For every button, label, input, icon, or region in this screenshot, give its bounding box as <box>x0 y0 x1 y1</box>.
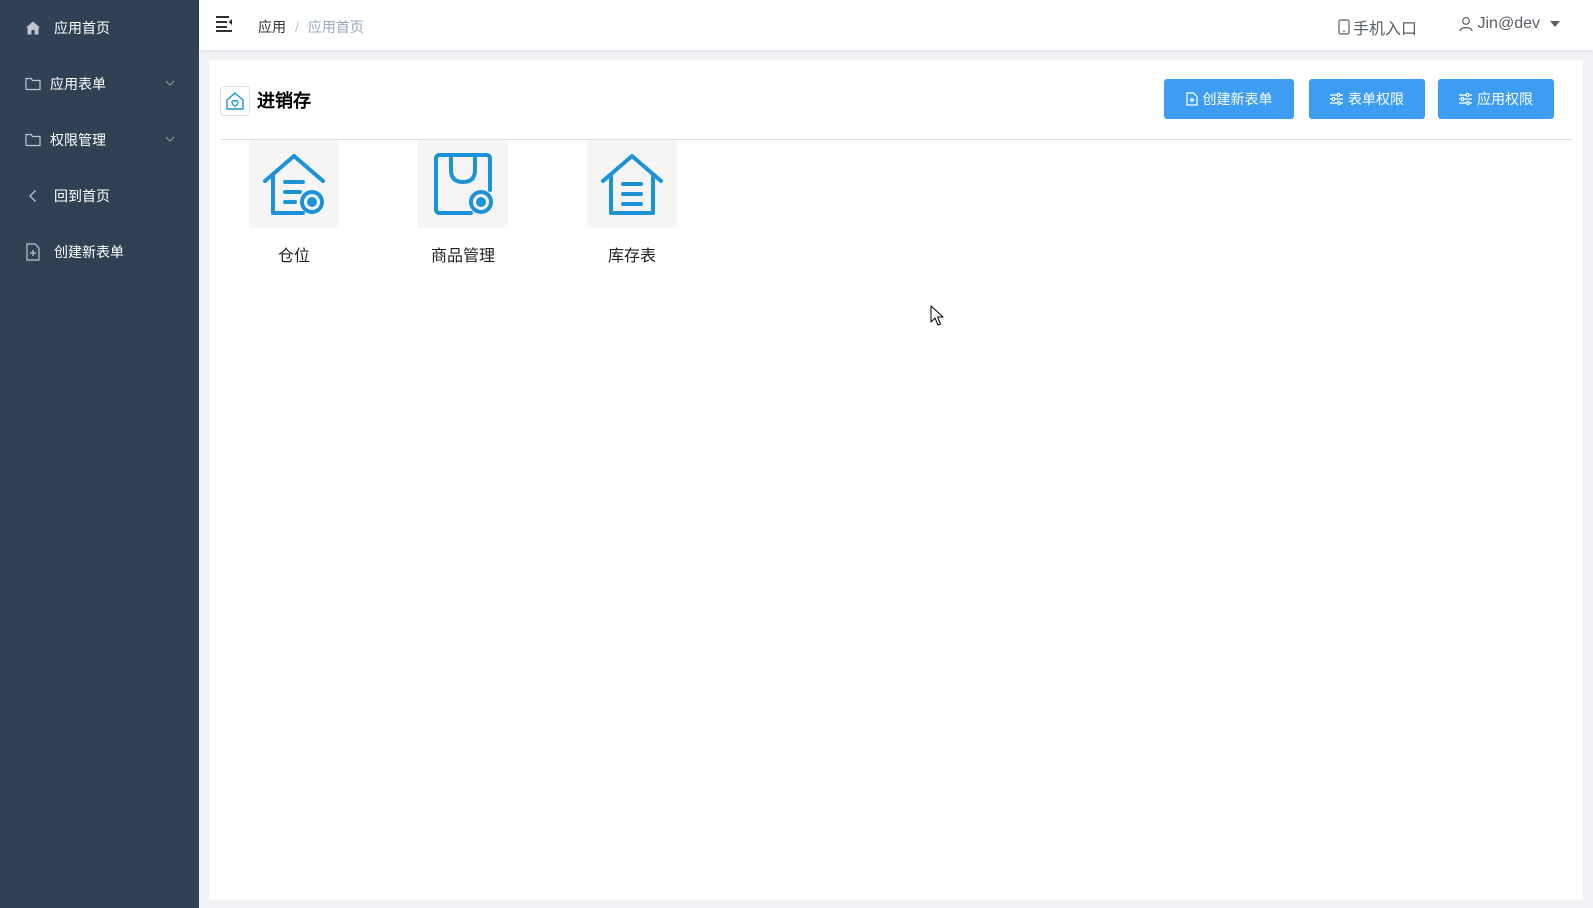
username: Jin@dev <box>1477 15 1541 32</box>
app-permission-button[interactable]: 应用权限 <box>1438 79 1554 119</box>
form-permission-button[interactable]: 表单权限 <box>1309 79 1425 119</box>
sidebar-item-app-forms[interactable]: 应用表单 <box>0 56 199 112</box>
home-icon <box>24 19 42 37</box>
mobile-entry-link[interactable]: 手机入口 <box>1337 15 1417 39</box>
house-doc-record-icon <box>249 140 339 228</box>
form-tile-label: 库存表 <box>607 248 656 265</box>
mobile-phone-icon <box>1338 19 1350 35</box>
chevron-down-icon <box>165 136 175 142</box>
chevron-left-icon <box>24 187 42 205</box>
app-header: 进销存 创建新表单 表单权限 应用权限 <box>220 79 1573 140</box>
sidebar-item-label: 应用表单 <box>50 76 106 92</box>
app-content-card: 进销存 创建新表单 表单权限 应用权限 仓位 商品管理 库存表 <box>209 60 1583 900</box>
bag-record-icon <box>418 140 508 228</box>
file-add-icon <box>24 243 42 261</box>
folder-icon <box>24 75 42 93</box>
caret-down-icon <box>1550 21 1560 27</box>
breadcrumb: 应用 / 应用首页 <box>258 17 364 37</box>
sidebar-item-permissions[interactable]: 权限管理 <box>0 112 199 168</box>
form-tile-label: 商品管理 <box>430 248 495 265</box>
app-permission-label: 应用权限 <box>1477 91 1533 107</box>
user-icon <box>1458 17 1473 32</box>
sliders-icon <box>1459 93 1472 105</box>
sliders-icon <box>1330 93 1343 105</box>
app-logo-icon <box>220 86 250 116</box>
app-title: 进销存 <box>257 91 311 111</box>
sidebar: 应用首页 应用表单 权限管理 回到首页 创建新表单 <box>0 0 199 908</box>
mouse-cursor-icon <box>930 305 944 326</box>
sidebar-item-label: 应用首页 <box>54 20 110 36</box>
form-tile-label: 仓位 <box>277 248 310 265</box>
sidebar-item-label: 回到首页 <box>54 188 110 204</box>
sidebar-item-label: 创建新表单 <box>54 244 124 260</box>
form-tile-warehouse-location[interactable]: 仓位 <box>249 140 339 266</box>
top-navbar: 应用 / 应用首页 手机入口 Jin@dev <box>199 0 1593 50</box>
user-menu-dropdown[interactable]: Jin@dev <box>1458 15 1560 33</box>
sidebar-item-create-form[interactable]: 创建新表单 <box>0 224 199 280</box>
create-form-label: 创建新表单 <box>1202 91 1273 107</box>
mobile-entry-label: 手机入口 <box>1352 21 1417 38</box>
breadcrumb-item-app[interactable]: 应用 <box>258 17 286 37</box>
hamburger-menu-icon[interactable] <box>216 15 236 33</box>
create-form-button[interactable]: 创建新表单 <box>1164 79 1294 119</box>
file-add-icon <box>1185 92 1198 106</box>
folder-icon <box>24 131 42 149</box>
sidebar-item-app-home[interactable]: 应用首页 <box>0 0 199 56</box>
sidebar-item-back-home[interactable]: 回到首页 <box>0 168 199 224</box>
form-tile-inventory[interactable]: 库存表 <box>587 140 677 266</box>
form-tile-product-management[interactable]: 商品管理 <box>418 140 508 266</box>
form-permission-label: 表单权限 <box>1348 91 1404 107</box>
breadcrumb-separator: / <box>295 19 299 35</box>
sidebar-item-label: 权限管理 <box>50 132 106 148</box>
house-doc-icon <box>587 140 677 228</box>
chevron-down-icon <box>165 80 175 86</box>
breadcrumb-item-current: 应用首页 <box>307 19 364 35</box>
